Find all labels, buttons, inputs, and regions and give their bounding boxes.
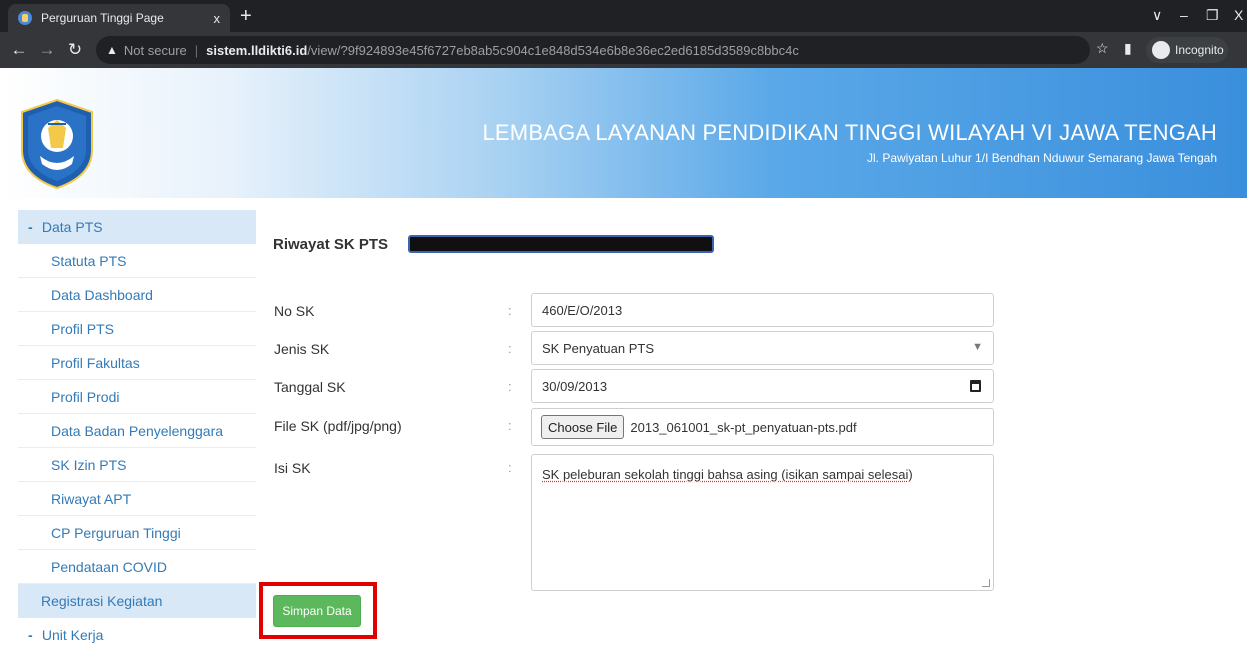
chevron-down-icon: ▼ [972,341,983,353]
incognito-label: Incognito [1175,43,1224,57]
close-window-icon[interactable]: X [1234,7,1243,23]
jenis-sk-label: Jenis SK [274,341,330,357]
warning-icon: ▲ [106,43,118,57]
file-sk-field[interactable]: Choose File 2013_061001_sk-pt_penyatuan-… [531,408,994,446]
sidebar-item-profil-prodi[interactable]: Profil Prodi [18,380,256,414]
colon: : [508,418,512,433]
tut-wuri-handayani-logo [21,98,93,190]
url-host: sistem.lldikti6.id [206,42,308,58]
sidebar-item-data-dashboard[interactable]: Data Dashboard [18,278,256,312]
new-tab-icon[interactable]: + [240,6,252,26]
resize-handle-icon[interactable] [982,579,990,587]
colon: : [508,303,512,318]
tab-search-icon[interactable]: ∨ [1152,7,1162,24]
isi-sk-label: Isi SK [274,460,311,476]
sidebar-item-profil-pts[interactable]: Profil PTS [18,312,256,346]
forward-icon[interactable]: → [36,40,58,60]
file-sk-label: File SK (pdf/jpg/png) [274,418,402,434]
collapse-icon[interactable]: - [28,618,38,652]
calendar-icon[interactable] [970,380,981,392]
sidebar-item-registrasi-kegiatan[interactable]: Registrasi Kegiatan [18,584,256,618]
page-title: Riwayat SK PTS [273,236,389,253]
file-name: 2013_061001_sk-pt_penyatuan-pts.pdf [630,419,857,435]
restore-icon[interactable]: ❐ [1206,7,1219,24]
jenis-sk-value: SK Penyatuan PTS [542,340,655,356]
sidebar-item-data-badan-penyelenggara[interactable]: Data Badan Penyelenggara [18,414,256,448]
sidebar-group-unit-kerja[interactable]: - Unit Kerja [18,618,256,652]
collapse-icon[interactable]: - [28,210,38,244]
sidebar-group-label: Unit Kerja [41,627,104,643]
site-address: Jl. Pawiyatan Luhur 1/I Bendhan Nduwur S… [867,151,1217,165]
colon: : [508,379,512,394]
sidebar-item-profil-fakultas[interactable]: Profil Fakultas [18,346,256,380]
colon: : [508,341,512,356]
tanggal-sk-date-field[interactable]: 30/09/2013 [531,369,994,403]
incognito-icon [1152,41,1170,59]
sidebar-item-statuta-pts[interactable]: Statuta PTS [18,244,256,278]
reload-icon[interactable]: ↻ [64,40,86,60]
sidebar-group-data-pts[interactable]: - Data PTS [18,210,256,244]
site-favicon-icon [18,11,32,25]
minimize-icon[interactable]: – [1180,7,1188,23]
highlight-box: Simpan Data [259,582,377,639]
sidebar-item-sk-izin-pts[interactable]: SK Izin PTS [18,448,256,482]
jenis-sk-select[interactable]: SK Penyatuan PTS ▼ [531,331,994,365]
url-path: /view/?9f924893e45f6727eb8ab5c904c1e848d… [307,42,799,58]
isi-sk-value: SK peleburan sekolah tinggi bahsa asing … [542,467,913,482]
back-icon[interactable]: ← [8,40,30,60]
sidebar: - Data PTS Statuta PTS Data Dashboard Pr… [18,210,256,664]
save-button[interactable]: Simpan Data [273,595,361,627]
no-sk-field[interactable]: 460/E/O/2013 [531,293,994,327]
site-title: LEMBAGA LAYANAN PENDIDIKAN TINGGI WILAYA… [482,120,1217,145]
choose-file-button[interactable]: Choose File [541,415,625,439]
isi-sk-textarea[interactable]: SK peleburan sekolah tinggi bahsa asing … [531,454,994,591]
security-label: Not secure [123,42,187,58]
sidebar-item-cp-perguruan-tinggi[interactable]: CP Perguruan Tinggi [18,516,256,550]
browser-tab-bar: Perguruan Tinggi Page x + ∨ – ❐ X [0,0,1247,32]
sidebar-group-label: Data PTS [41,219,103,235]
site-header: LEMBAGA LAYANAN PENDIDIKAN TINGGI WILAYA… [0,68,1247,198]
no-sk-label: No SK [274,303,315,319]
bookmark-star-icon[interactable]: ☆ [1096,40,1109,57]
sidebar-item-riwayat-apt[interactable]: Riwayat APT [18,482,256,516]
url-separator: | [194,42,199,58]
colon: : [508,460,512,475]
side-panel-icon[interactable]: ▮ [1124,40,1132,57]
tanggal-sk-label: Tanggal SK [274,379,346,395]
tab-title: Perguruan Tinggi Page [41,11,164,25]
url-field[interactable]: ▲ Not secure | sistem.lldikti6.id /view/… [96,36,1090,64]
tab-close-icon[interactable]: x [214,11,221,26]
browser-tab[interactable]: Perguruan Tinggi Page x [8,4,230,32]
redaction-bar [408,235,714,253]
sidebar-item-pendataan-covid[interactable]: Pendataan COVID [18,550,256,584]
incognito-badge[interactable]: Incognito [1146,37,1228,63]
main-content: Riwayat SK PTS No SK : 460/E/O/2013 Jeni… [256,210,1247,664]
tanggal-sk-value: 30/09/2013 [542,378,608,394]
browser-address-bar: ← → ↻ ▲ Not secure | sistem.lldikti6.id … [0,32,1247,68]
